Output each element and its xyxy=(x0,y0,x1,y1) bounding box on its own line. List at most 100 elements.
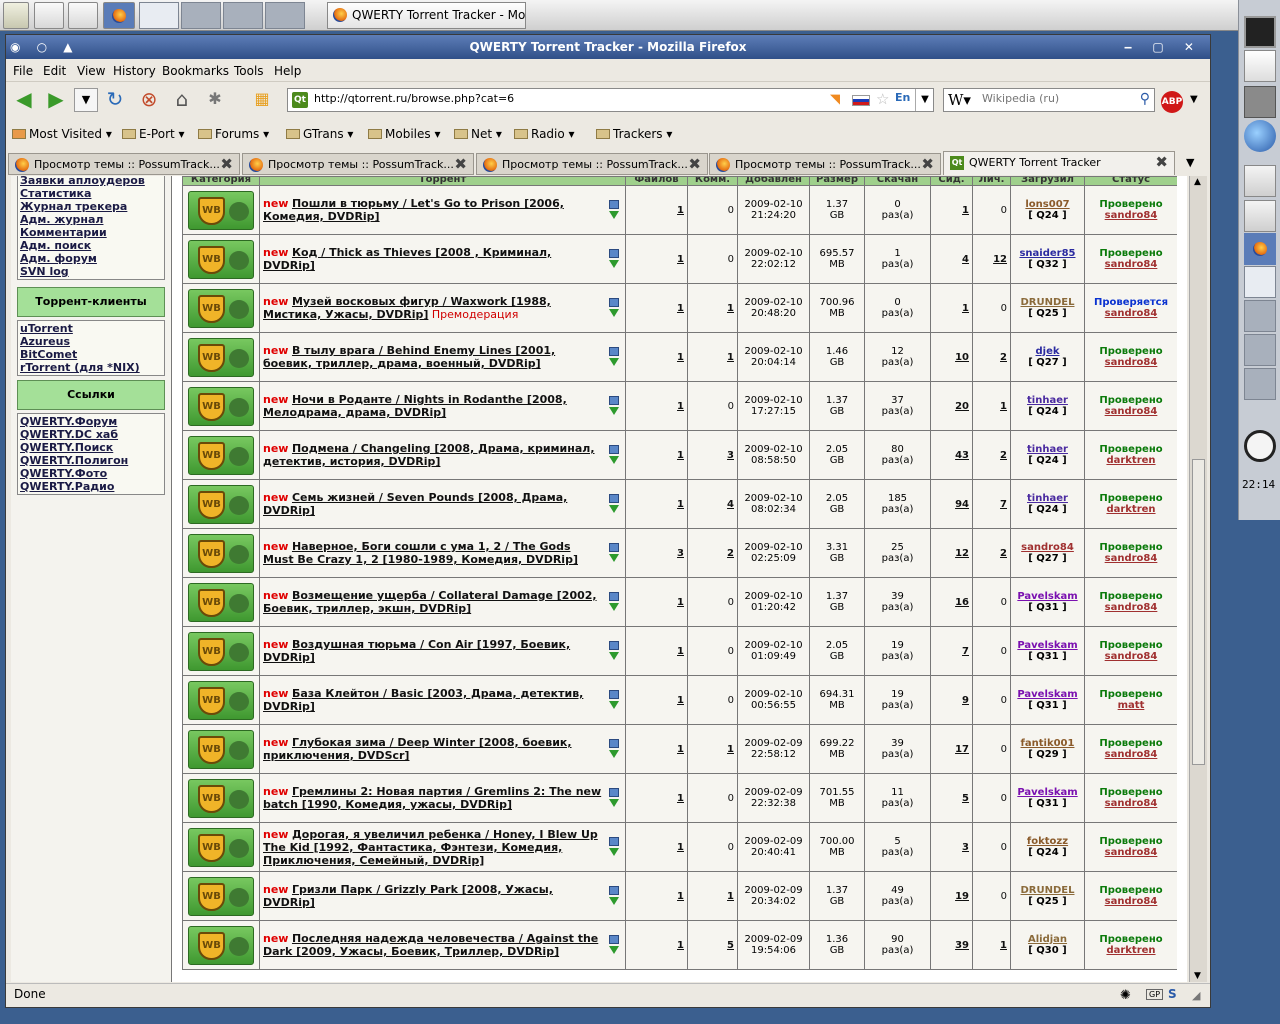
scrollbar-thumb[interactable] xyxy=(1192,459,1205,765)
category-movies-icon[interactable]: WB xyxy=(188,925,254,965)
category-movies-icon[interactable]: WB xyxy=(188,190,254,230)
uploader-link[interactable]: tinhaer xyxy=(1014,395,1081,406)
category-movies-icon[interactable]: WB xyxy=(188,239,254,279)
grid-icon[interactable]: ▦ xyxy=(250,88,274,112)
download-icon[interactable] xyxy=(609,200,620,220)
firefox-launcher-icon[interactable] xyxy=(103,2,135,29)
globe-icon[interactable] xyxy=(1244,120,1276,152)
notepad-icon[interactable] xyxy=(1244,50,1276,82)
category-movies-icon[interactable]: WB xyxy=(188,876,254,916)
files-link[interactable]: 1 xyxy=(677,352,684,363)
window-titlebar[interactable]: ◉ ○ ▲ QWERTY Torrent Tracker - Mozilla F… xyxy=(6,35,1210,59)
close-icon[interactable]: ✖ xyxy=(220,155,233,173)
window-menu-icons[interactable]: ◉ ○ ▲ xyxy=(10,35,79,59)
link-forum[interactable]: QWERTY.Форум xyxy=(20,415,162,428)
leechers-count[interactable]: 2 xyxy=(1000,352,1007,363)
files-link[interactable]: 1 xyxy=(677,940,684,951)
download-icon[interactable] xyxy=(609,249,620,269)
seeders-link[interactable]: 17 xyxy=(955,744,969,755)
seeders-link[interactable]: 20 xyxy=(955,401,969,412)
category-movies-icon[interactable]: WB xyxy=(188,582,254,622)
tab-2[interactable]: Просмотр темы :: PossumTrack... ✖ xyxy=(242,153,474,175)
menu-view[interactable]: View xyxy=(77,64,105,78)
bookmark-forums[interactable]: Forums ▾ xyxy=(198,127,269,141)
moderator-link[interactable]: sandro84 xyxy=(1088,357,1174,368)
seeders-link[interactable]: 9 xyxy=(962,695,969,706)
download-icon[interactable] xyxy=(609,445,620,465)
moderator-link[interactable]: darktren xyxy=(1088,945,1174,956)
addon-icon[interactable]: ✱ xyxy=(203,88,227,112)
bookmark-radio[interactable]: Radio ▾ xyxy=(514,127,575,141)
header-size[interactable]: Размер xyxy=(809,176,865,186)
comments-count[interactable]: 1 xyxy=(727,303,734,314)
files-link[interactable]: 3 xyxy=(677,548,684,559)
header-comments[interactable]: Комм. xyxy=(687,176,738,186)
menu-bookmarks[interactable]: Bookmarks xyxy=(162,64,229,78)
link-photo[interactable]: QWERTY.Фото xyxy=(20,467,162,480)
category-movies-icon[interactable]: WB xyxy=(188,288,254,328)
vertical-scrollbar[interactable]: ▲ ▼ xyxy=(1189,176,1207,982)
moderator-link[interactable]: sandro84 xyxy=(1088,847,1174,858)
category-movies-icon[interactable]: WB xyxy=(188,386,254,426)
torrent-link[interactable]: База Клейтон / Basic [2003, Драма, детек… xyxy=(263,687,583,713)
link-polygon[interactable]: QWERTY.Полигон xyxy=(20,454,162,467)
moderator-link[interactable]: matt xyxy=(1088,700,1174,711)
files-link[interactable]: 1 xyxy=(677,597,684,608)
history-dropdown-icon[interactable]: ▼ xyxy=(74,88,98,112)
dock-firefox-icon[interactable] xyxy=(1244,233,1276,265)
url-bar[interactable]: Qt ◥ ☆ En ▼ xyxy=(287,88,934,112)
search-box[interactable]: W▾ ⚲ xyxy=(943,88,1155,112)
comments-count[interactable]: 1 xyxy=(727,891,734,902)
s-status-icon[interactable]: S xyxy=(1168,987,1177,1001)
resize-grip-icon[interactable]: ◢ xyxy=(1192,989,1200,1002)
comments-count[interactable]: 1 xyxy=(727,352,734,363)
files-link[interactable]: 1 xyxy=(677,793,684,804)
seeders-link[interactable]: 1 xyxy=(962,303,969,314)
admin-link-forum[interactable]: Адм. форум xyxy=(20,252,162,265)
admin-link-tracker-log[interactable]: Журнал трекера xyxy=(20,200,162,213)
uploader-link[interactable]: Alidjan xyxy=(1014,934,1081,945)
comments-count[interactable]: 5 xyxy=(727,940,734,951)
seeders-link[interactable]: 12 xyxy=(955,548,969,559)
download-icon[interactable] xyxy=(609,494,620,514)
workspace-1[interactable] xyxy=(139,2,179,29)
torrent-link[interactable]: Глубокая зима / Deep Winter [2008, боеви… xyxy=(263,736,572,762)
leechers-count[interactable]: 1 xyxy=(1000,940,1007,951)
files-link[interactable]: 1 xyxy=(677,744,684,755)
uploader-link[interactable]: DRUNDEL xyxy=(1014,885,1081,896)
dock-workspace-4[interactable] xyxy=(1244,368,1276,400)
bookmark-trackers[interactable]: Trackers ▾ xyxy=(596,127,672,141)
bookmark-net[interactable]: Net ▾ xyxy=(454,127,502,141)
close-icon[interactable]: ✖ xyxy=(1155,153,1168,171)
monitor-icon[interactable] xyxy=(1244,16,1276,48)
download-icon[interactable] xyxy=(609,739,620,759)
torrent-link[interactable]: Гремлины 2: Новая партия / Gremlins 2: T… xyxy=(263,785,601,811)
download-icon[interactable] xyxy=(609,543,620,563)
torrent-link[interactable]: В тылу врага / Behind Enemy Lines [2001,… xyxy=(263,344,555,370)
admin-link-stats[interactable]: Статистика xyxy=(20,187,162,200)
seeders-link[interactable]: 3 xyxy=(962,842,969,853)
rss-icon[interactable]: ◥ xyxy=(830,92,840,107)
download-icon[interactable] xyxy=(609,641,620,661)
files-link[interactable]: 1 xyxy=(677,254,684,265)
leechers-count[interactable]: 2 xyxy=(1000,548,1007,559)
admin-link-admin-log[interactable]: Адм. журнал xyxy=(20,213,162,226)
uploader-link[interactable]: DRUNDEL xyxy=(1014,297,1081,308)
header-leechers[interactable]: Лич. xyxy=(972,176,1011,186)
uploader-link[interactable]: Pavelskam xyxy=(1014,591,1081,602)
header-seeders[interactable]: Сид. xyxy=(930,176,973,186)
moderator-link[interactable]: sandro84 xyxy=(1088,553,1174,564)
menu-history[interactable]: History xyxy=(113,64,156,78)
torrent-link[interactable]: Ночи в Роданте / Nights in Rodanthe [200… xyxy=(263,393,567,419)
menu-file[interactable]: File xyxy=(13,64,33,78)
seeders-link[interactable]: 4 xyxy=(962,254,969,265)
moderator-link[interactable]: sandro84 xyxy=(1088,896,1174,907)
window-controls[interactable]: ‒ ▢ ✕ xyxy=(1124,35,1202,59)
url-input[interactable] xyxy=(314,92,814,105)
files-link[interactable]: 1 xyxy=(677,842,684,853)
seeders-link[interactable]: 16 xyxy=(955,597,969,608)
uploader-link[interactable]: tinhaer xyxy=(1014,493,1081,504)
uploader-link[interactable]: Pavelskam xyxy=(1014,787,1081,798)
menu-launcher-icon[interactable] xyxy=(3,2,29,29)
moderator-link[interactable]: sandro84 xyxy=(1088,259,1174,270)
